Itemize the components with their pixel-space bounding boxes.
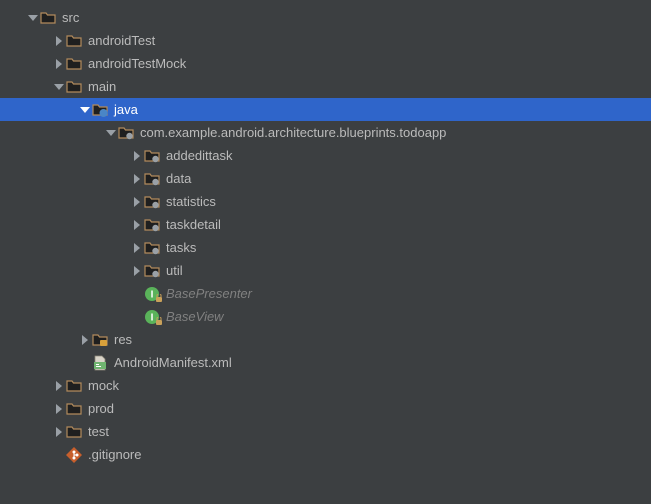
tree-label: java — [114, 102, 138, 117]
tree-node-gitignore[interactable]: .gitignore — [0, 443, 651, 466]
package-folder-icon — [144, 263, 160, 279]
chevron-right-icon[interactable] — [78, 333, 92, 347]
package-folder-icon — [144, 171, 160, 187]
tree-node-java[interactable]: java — [0, 98, 651, 121]
lock-icon — [156, 294, 163, 303]
tree-node-taskdetail[interactable]: taskdetail — [0, 213, 651, 236]
tree-label: util — [166, 263, 183, 278]
tree-node-androidTestMock[interactable]: androidTestMock — [0, 52, 651, 75]
tree-label: data — [166, 171, 191, 186]
tree-label: statistics — [166, 194, 216, 209]
chevron-right-icon[interactable] — [52, 425, 66, 439]
chevron-right-icon[interactable] — [130, 218, 144, 232]
folder-icon — [66, 378, 82, 394]
chevron-right-icon[interactable] — [130, 241, 144, 255]
tree-node-data[interactable]: data — [0, 167, 651, 190]
tree-label: AndroidManifest.xml — [114, 355, 232, 370]
resource-folder-icon — [92, 332, 108, 348]
tree-node-test[interactable]: test — [0, 420, 651, 443]
interface-icon — [144, 286, 160, 302]
tree-label: BaseView — [166, 309, 224, 324]
tree-node-package[interactable]: com.example.android.architecture.bluepri… — [0, 121, 651, 144]
source-folder-icon — [92, 102, 108, 118]
tree-label: taskdetail — [166, 217, 221, 232]
tree-label: prod — [88, 401, 114, 416]
folder-icon — [66, 33, 82, 49]
chevron-right-icon[interactable] — [52, 379, 66, 393]
git-icon — [66, 447, 82, 463]
tree-node-main[interactable]: main — [0, 75, 651, 98]
project-tree[interactable]: src androidTest androidTestMock main jav… — [0, 6, 651, 466]
tree-label: src — [62, 10, 79, 25]
chevron-right-icon[interactable] — [52, 402, 66, 416]
folder-icon — [66, 79, 82, 95]
tree-label: res — [114, 332, 132, 347]
chevron-down-icon[interactable] — [104, 126, 118, 140]
xml-file-icon — [92, 355, 108, 371]
tree-node-statistics[interactable]: statistics — [0, 190, 651, 213]
folder-icon — [66, 401, 82, 417]
lock-icon — [156, 317, 163, 326]
tree-node-res[interactable]: res — [0, 328, 651, 351]
tree-label: .gitignore — [88, 447, 141, 462]
package-folder-icon — [144, 240, 160, 256]
folder-icon — [40, 10, 56, 26]
tree-label: test — [88, 424, 109, 439]
chevron-right-icon[interactable] — [130, 264, 144, 278]
tree-label: addedittask — [166, 148, 233, 163]
chevron-right-icon[interactable] — [52, 34, 66, 48]
folder-icon — [66, 424, 82, 440]
tree-node-basepresenter[interactable]: BasePresenter — [0, 282, 651, 305]
tree-node-util[interactable]: util — [0, 259, 651, 282]
package-folder-icon — [144, 148, 160, 164]
tree-node-tasks[interactable]: tasks — [0, 236, 651, 259]
tree-label: androidTest — [88, 33, 155, 48]
chevron-down-icon[interactable] — [52, 80, 66, 94]
tree-label: mock — [88, 378, 119, 393]
tree-label: BasePresenter — [166, 286, 252, 301]
chevron-right-icon[interactable] — [130, 149, 144, 163]
tree-label: tasks — [166, 240, 196, 255]
tree-node-manifest[interactable]: AndroidManifest.xml — [0, 351, 651, 374]
interface-icon — [144, 309, 160, 325]
tree-label: androidTestMock — [88, 56, 186, 71]
package-folder-icon — [118, 125, 134, 141]
tree-node-androidTest[interactable]: androidTest — [0, 29, 651, 52]
chevron-down-icon[interactable] — [26, 11, 40, 25]
tree-label: main — [88, 79, 116, 94]
package-folder-icon — [144, 194, 160, 210]
chevron-right-icon[interactable] — [52, 57, 66, 71]
package-folder-icon — [144, 217, 160, 233]
folder-icon — [66, 56, 82, 72]
tree-node-mock[interactable]: mock — [0, 374, 651, 397]
tree-label: com.example.android.architecture.bluepri… — [140, 125, 446, 140]
tree-node-baseview[interactable]: BaseView — [0, 305, 651, 328]
tree-node-src[interactable]: src — [0, 6, 651, 29]
chevron-down-icon[interactable] — [78, 103, 92, 117]
chevron-right-icon[interactable] — [130, 172, 144, 186]
chevron-right-icon[interactable] — [130, 195, 144, 209]
tree-node-addedittask[interactable]: addedittask — [0, 144, 651, 167]
tree-node-prod[interactable]: prod — [0, 397, 651, 420]
